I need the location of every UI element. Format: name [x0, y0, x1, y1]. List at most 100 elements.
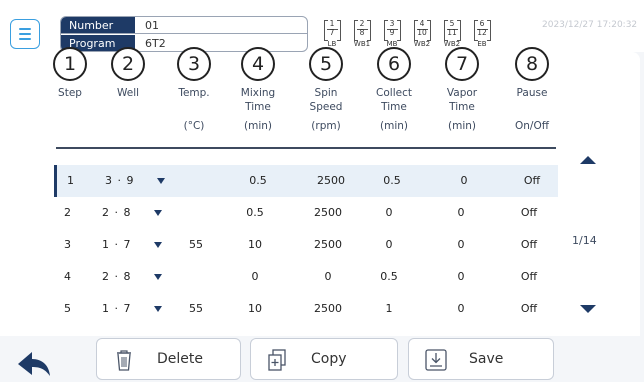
header-divider	[56, 147, 556, 149]
step-cell: 1	[67, 174, 74, 187]
pause-cell[interactable]: Off	[504, 261, 554, 293]
delete-button[interactable]: Delete	[96, 338, 241, 380]
mixing-time-cell[interactable]: 0.5	[233, 165, 283, 197]
column-unit: On/Off	[515, 120, 549, 132]
well-box: 3 9	[383, 19, 401, 41]
hamburger-icon[interactable]	[10, 19, 40, 49]
copy-label: Copy	[311, 351, 347, 367]
well-bottom-number: 9	[389, 27, 395, 37]
table-row[interactable]: 5 1 · 7 55 10 2500 1 0 Off	[54, 293, 558, 325]
spin-speed-cell[interactable]: 2500	[298, 229, 358, 261]
column-title: Vapor Time	[446, 87, 478, 113]
well-bottom-number: 11	[447, 27, 457, 37]
page-down-icon[interactable]	[580, 305, 596, 313]
number-label: Number	[61, 17, 135, 33]
mixing-time-cell[interactable]: 0.5	[230, 197, 280, 229]
well-dropdown-icon[interactable]	[154, 242, 162, 248]
well-dropdown-icon[interactable]	[154, 210, 162, 216]
column-title: Mixing Time	[240, 87, 276, 113]
datetime: 2023/12/27 17:20:32	[542, 20, 638, 30]
pause-cell[interactable]: Off	[507, 165, 557, 197]
well-cell[interactable]: 1 · 7	[102, 293, 162, 325]
vapor-time-cell[interactable]: 0	[439, 165, 489, 197]
vapor-time-cell[interactable]: 0	[436, 229, 486, 261]
page-up-icon[interactable]	[580, 156, 596, 164]
column-number-row: 1234567 8	[0, 47, 644, 87]
column-number-badge: 8	[515, 47, 549, 81]
step-table: 1 3 · 9 0.5 2500 0.5 0 Off 2 2 · 8 0.5 25…	[54, 165, 558, 325]
column-title: Well	[116, 87, 140, 99]
temp-cell[interactable]: 55	[176, 293, 216, 325]
step-cell: 4	[64, 270, 71, 283]
column-header-row: Step Well Temp. (°C) Mixing Time (min) Spin Sp…	[0, 86, 644, 141]
column-unit: (°C)	[183, 120, 205, 132]
table-row[interactable]: 1 3 · 9 0.5 2500 0.5 0 Off	[54, 165, 558, 197]
mixing-time-cell[interactable]: 0	[230, 261, 280, 293]
table-row[interactable]: 4 2 · 8 0 0 0.5 0 Off	[54, 261, 558, 293]
step-cell: 3	[64, 238, 71, 251]
well-dropdown-icon[interactable]	[154, 274, 162, 280]
vapor-time-cell[interactable]: 0	[436, 293, 486, 325]
column-unit: (min)	[244, 120, 272, 132]
column-number-badge: 6	[377, 47, 411, 81]
spin-speed-cell[interactable]: 2500	[298, 293, 358, 325]
spin-speed-cell[interactable]: 0	[298, 261, 358, 293]
save-label: Save	[469, 351, 504, 367]
column-number-badge: 7	[445, 47, 479, 81]
pause-cell[interactable]: Off	[504, 293, 554, 325]
spin-speed-cell[interactable]: 2500	[301, 165, 361, 197]
well-bottom-number: 7	[329, 27, 335, 37]
column-number-badge: 2	[111, 47, 145, 81]
spin-speed-cell[interactable]: 2500	[298, 197, 358, 229]
well-cell[interactable]: 3 · 9	[105, 165, 165, 197]
pause-cell[interactable]: Off	[504, 229, 554, 261]
column-unit: (min)	[380, 120, 408, 132]
collect-time-cell[interactable]: 0.5	[364, 261, 414, 293]
back-arrow-icon[interactable]	[14, 348, 54, 380]
number-value: 01	[145, 19, 159, 32]
well-dropdown-icon[interactable]	[157, 178, 165, 184]
header-bar: Number 01 Program 6T2 1 7 LB 2 8 WB1 3 9…	[0, 0, 644, 52]
well-box: 4 10	[413, 19, 431, 41]
column-title: Spin Speed	[309, 87, 343, 113]
temp-cell[interactable]: 55	[176, 229, 216, 261]
vapor-time-cell[interactable]: 0	[436, 261, 486, 293]
well-bottom-number: 8	[359, 27, 365, 37]
column-title: Pause	[516, 87, 548, 99]
trash-icon	[111, 347, 137, 373]
well-dropdown-icon[interactable]	[154, 306, 162, 312]
collect-time-cell[interactable]: 1	[364, 293, 414, 325]
table-row[interactable]: 2 2 · 8 0.5 2500 0 0 Off	[54, 197, 558, 229]
page-indicator: 1/14	[572, 234, 597, 247]
well-bottom-number: 12	[477, 27, 487, 37]
vapor-time-cell[interactable]: 0	[436, 197, 486, 229]
collect-time-cell[interactable]: 0.5	[367, 165, 417, 197]
well-cell[interactable]: 1 · 7	[102, 229, 162, 261]
step-cell: 2	[64, 206, 71, 219]
well-box: 1 7	[323, 19, 341, 41]
well-bottom-number: 10	[417, 27, 427, 37]
copy-icon	[265, 347, 291, 373]
well-cell[interactable]: 2 · 8	[102, 197, 162, 229]
column-unit: (rpm)	[311, 120, 341, 132]
column-number-badge: 5	[309, 47, 343, 81]
collect-time-cell[interactable]: 0	[364, 229, 414, 261]
collect-time-cell[interactable]: 0	[364, 197, 414, 229]
well-box: 6 12	[473, 19, 491, 41]
column-number-badge: 4	[241, 47, 275, 81]
pause-cell[interactable]: Off	[504, 197, 554, 229]
column-number-badge: 1	[53, 47, 87, 81]
copy-button[interactable]: Copy	[250, 338, 398, 380]
column-title: Temp.	[178, 87, 210, 99]
save-button[interactable]: Save	[408, 338, 554, 380]
well-cell[interactable]: 2 · 8	[102, 261, 162, 293]
table-row[interactable]: 3 1 · 7 55 10 2500 0 0 Off	[54, 229, 558, 261]
number-row: Number 01	[61, 17, 307, 34]
mixing-time-cell[interactable]: 10	[230, 293, 280, 325]
mixing-time-cell[interactable]: 10	[230, 229, 280, 261]
column-unit: (min)	[448, 120, 476, 132]
column-title: Collect Time	[376, 87, 412, 113]
delete-label: Delete	[157, 351, 203, 367]
well-box: 2 8	[353, 19, 371, 41]
column-number-badge: 3	[177, 47, 211, 81]
